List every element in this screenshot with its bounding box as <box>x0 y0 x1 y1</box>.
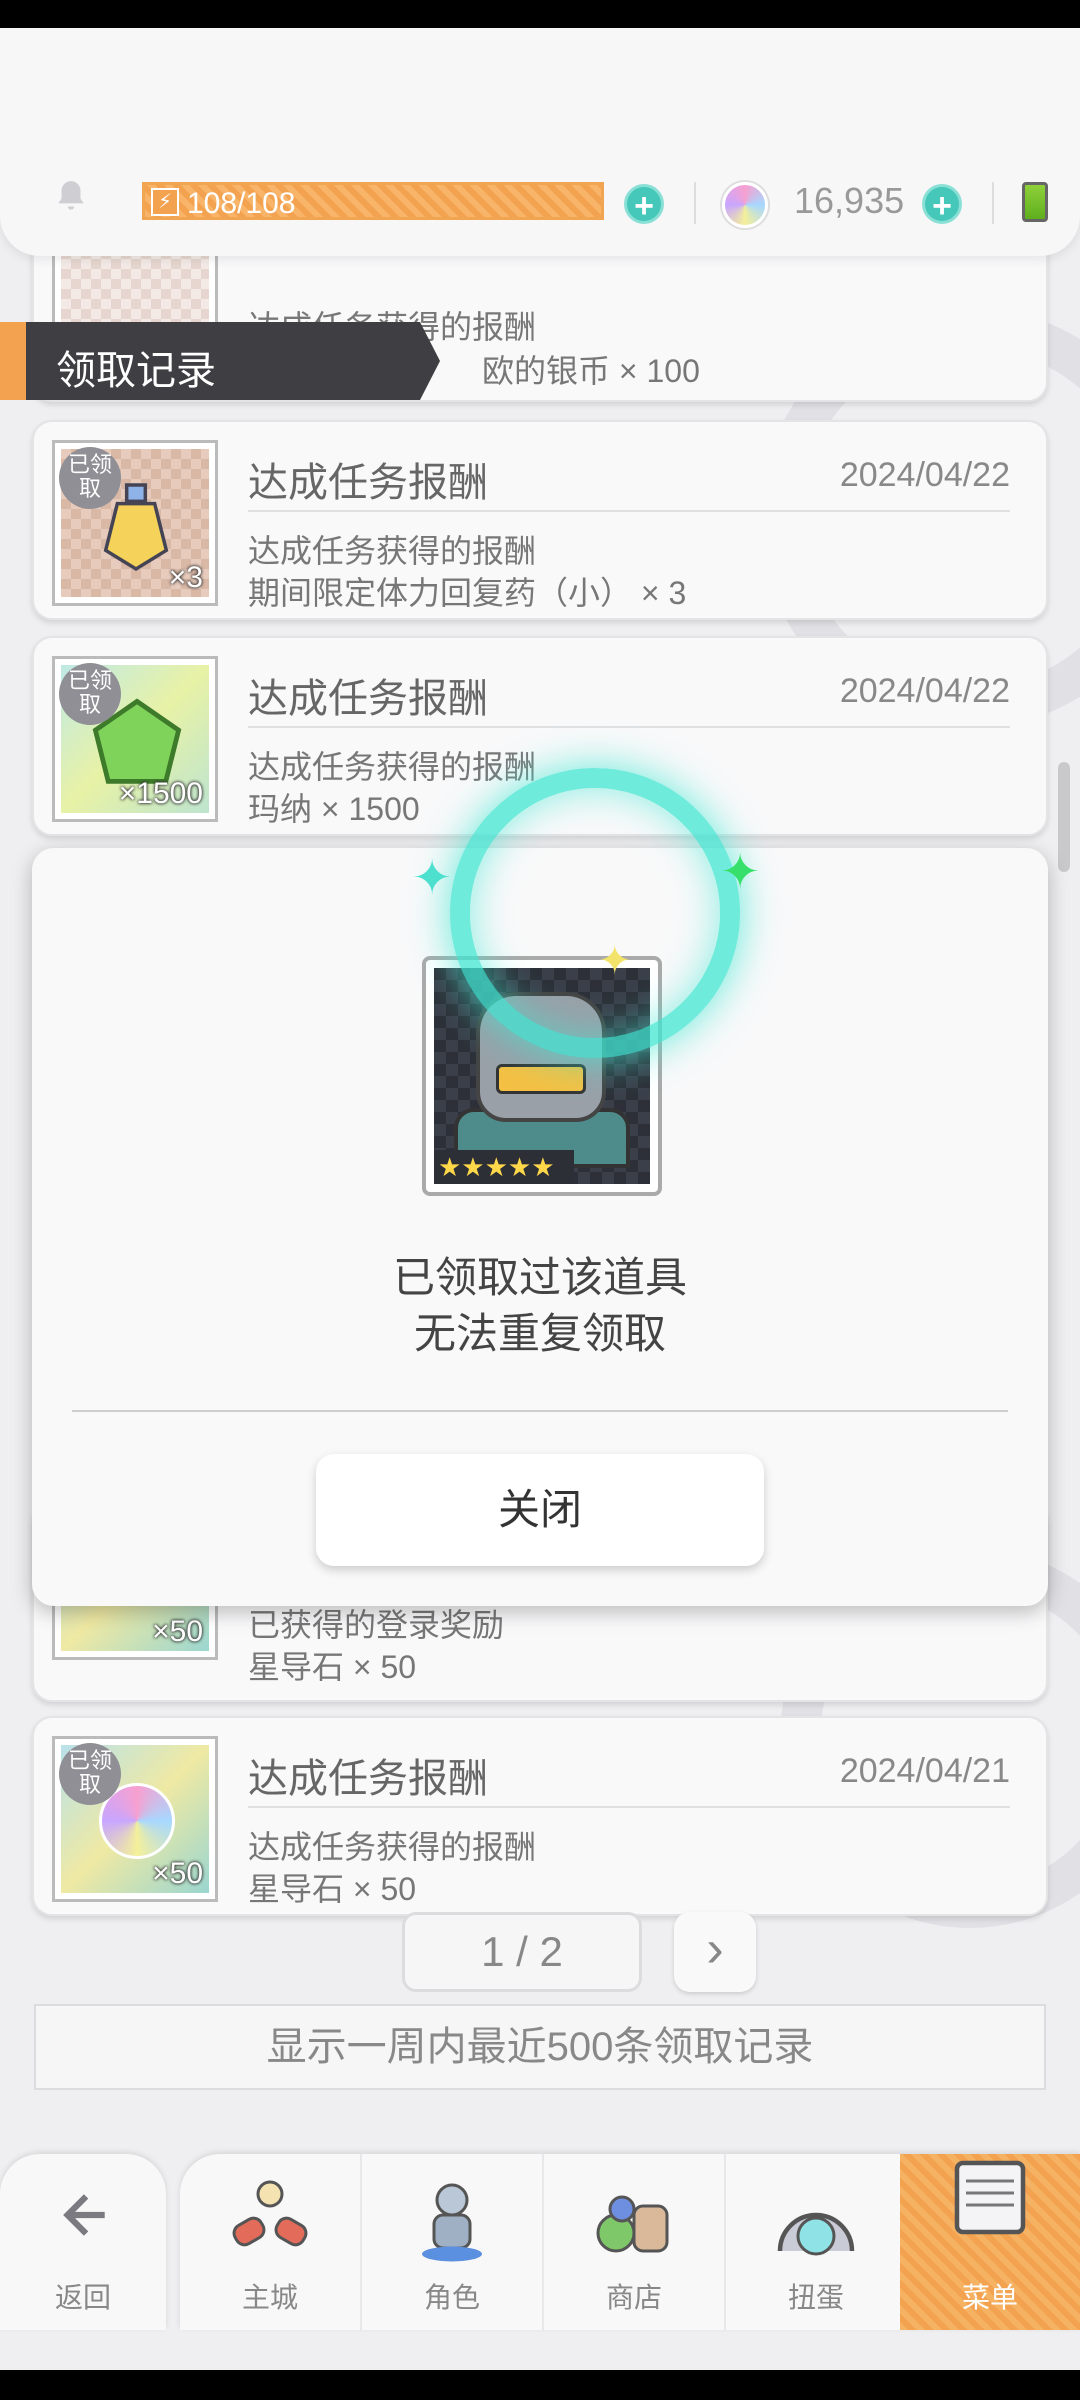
stamina-value: 108/108 <box>187 187 296 220</box>
record-title: 达成任务报酬 <box>248 677 488 721</box>
sparkle-icon: ✦ <box>720 846 761 899</box>
record-item: 玛纳 × 1500 <box>248 791 420 827</box>
rarity-stars: ★★★★★ <box>434 1150 574 1184</box>
character-icon <box>422 2183 482 2262</box>
close-button[interactable]: 关闭 <box>316 1454 764 1566</box>
tab-character[interactable]: 角色 <box>362 2154 542 2330</box>
record-item: 欧的银币 × 100 <box>482 353 700 389</box>
divider <box>248 726 1010 728</box>
back-arrow-icon <box>63 2194 105 2236</box>
gem-icon <box>722 182 768 228</box>
reward-thumbnail: ×50 已领取 <box>52 1736 218 1902</box>
divider <box>694 182 696 224</box>
gem-count: 16,935 <box>794 180 905 221</box>
tab-label: 商店 <box>605 2282 662 2313</box>
tab-label: 主城 <box>241 2282 298 2313</box>
gacha-icon <box>777 2212 855 2256</box>
record-title: 达成任务报酬 <box>248 461 488 505</box>
reward-thumbnail: ×3 已领取 <box>52 440 218 606</box>
claimed-badge: 已领取 <box>59 447 121 509</box>
divider <box>248 1806 1010 1808</box>
resource-bar: ⚡ 108/108 + 16,935 + <box>0 28 1080 256</box>
scrollbar[interactable] <box>1058 762 1070 872</box>
reward-quantity: ×50 <box>152 1857 203 1890</box>
list-item: ×3 已领取 达成任务报酬 2024/04/22 达成任务获得的报酬 期间限定体… <box>32 420 1048 620</box>
reward-quantity: ×3 <box>168 561 203 594</box>
stamina-gauge: ⚡ 108/108 <box>142 182 604 220</box>
back-label: 返回 <box>54 2282 111 2313</box>
sparkle-icon: ✦ <box>598 939 632 983</box>
reward-thumbnail: ×1500 已领取 <box>52 656 218 822</box>
glow-effect <box>450 768 740 1058</box>
menu-icon <box>954 2160 1026 2235</box>
record-description: 达成任务获得的报酬 <box>248 749 537 785</box>
record-description: 达成任务获得的报酬 <box>248 533 537 569</box>
record-item: 星导石 × 50 <box>248 1871 417 1907</box>
record-item: 期间限定体力回复药（小） × 3 <box>248 575 687 611</box>
page-indicator: 1 / 2 <box>402 1912 642 1992</box>
back-button[interactable]: 返回 <box>0 2154 166 2330</box>
bottom-nav: 返回 主城 角色 商店 扭蛋 菜单 <box>0 2124 1080 2330</box>
claimed-badge: 已领取 <box>59 1743 121 1805</box>
app-screen: ⚡ 108/108 + 16,935 + 达成任务获得的报酬 欧的银币 × 10… <box>0 28 1080 2370</box>
divider <box>248 510 1010 512</box>
record-item: 星导石 × 50 <box>248 1649 417 1685</box>
record-date: 2024/04/22 <box>839 672 1010 710</box>
claimed-badge: 已领取 <box>59 663 121 725</box>
tab-label: 菜单 <box>961 2282 1018 2313</box>
lightning-icon: ⚡ <box>151 188 179 216</box>
tab-label: 角色 <box>423 2282 480 2313</box>
tab-menu[interactable]: 菜单 <box>900 2154 1080 2330</box>
section-title: 领取记录 <box>0 322 440 400</box>
tab-main-city[interactable]: 主城 <box>180 2154 360 2330</box>
divider <box>72 1410 1008 1412</box>
dialog-message: 已领取过该道具 <box>392 1254 687 1301</box>
tab-label: 扭蛋 <box>787 2282 844 2313</box>
divider <box>992 182 994 224</box>
record-notice: 显示一周内最近500条领取记录 <box>34 2004 1046 2090</box>
battery-icon <box>1022 182 1048 222</box>
main-city-icon <box>232 2180 308 2247</box>
tab-bar: 主城 角色 商店 扭蛋 菜单 <box>180 2154 1080 2330</box>
dialog-message: 无法重复领取 <box>413 1310 666 1357</box>
shop-icon <box>596 2195 669 2253</box>
record-description: 达成任务获得的报酬 <box>248 1829 537 1865</box>
next-page-button[interactable]: › <box>674 1912 756 1992</box>
tab-gacha[interactable]: 扭蛋 <box>726 2154 906 2330</box>
tab-shop[interactable]: 商店 <box>544 2154 724 2330</box>
sparkle-icon: ✦ <box>412 852 453 905</box>
record-description: 已获得的登录奖励 <box>248 1607 505 1643</box>
record-date: 2024/04/22 <box>839 456 1010 494</box>
list-item: ×50 已领取 达成任务报酬 2024/04/21 达成任务获得的报酬 星导石 … <box>32 1716 1048 1916</box>
record-title: 达成任务报酬 <box>248 1757 488 1801</box>
add-gems-button[interactable]: + <box>922 184 962 225</box>
bell-icon[interactable] <box>52 178 90 216</box>
reward-quantity: ×1500 <box>118 777 203 810</box>
add-stamina-button[interactable]: + <box>624 184 664 225</box>
record-date: 2024/04/21 <box>839 1752 1010 1790</box>
reward-quantity: ×50 <box>152 1615 203 1648</box>
